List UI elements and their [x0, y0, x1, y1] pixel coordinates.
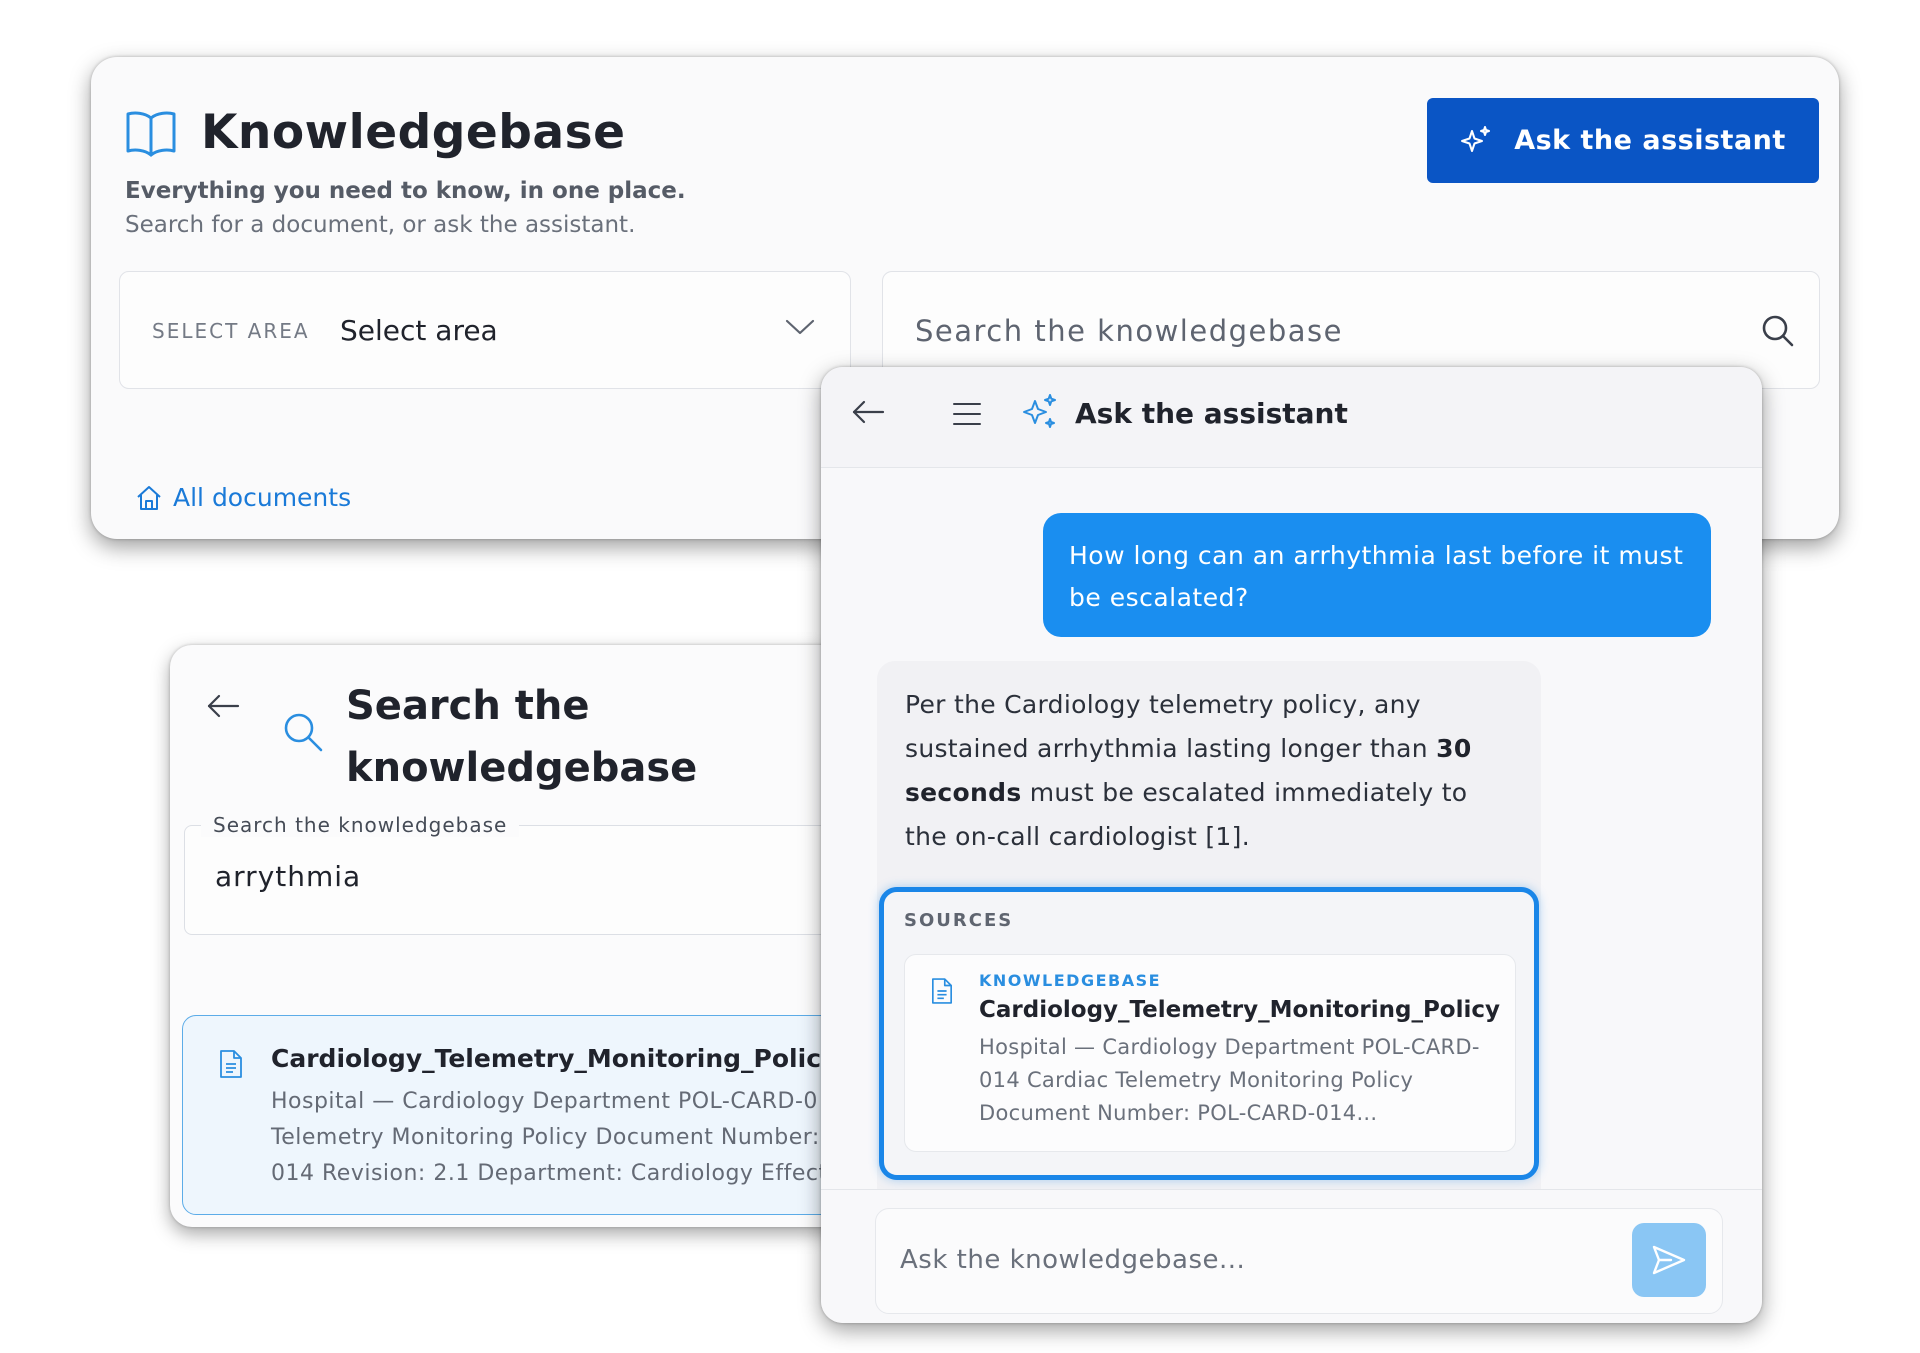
- assistant-reply-text: Per the Cardiology telemetry policy, any…: [905, 683, 1505, 859]
- assistant-header: Ask the assistant: [821, 367, 1762, 468]
- search-panel-title: Search the knowledgebase: [346, 683, 698, 791]
- book-icon: [125, 109, 177, 157]
- assistant-panel: Ask the assistant How long can an arrhyt…: [821, 367, 1762, 1323]
- search-result-title-text: Cardiology_Telemetry_Monitoring_Policy: [271, 1044, 838, 1073]
- knowledgebase-search-field[interactable]: Search the knowledgebase arrythmia: [184, 813, 870, 935]
- sparkles-icon: [1021, 393, 1059, 431]
- sources-box: SOURCES KNOWLEDGEBASE Cardiology_Telemet…: [879, 887, 1539, 1180]
- search-result-title: Cardiology_Telemetry_Monitoring_Policyr: [271, 1044, 864, 1073]
- sources-label: SOURCES: [904, 910, 1014, 931]
- all-documents-link[interactable]: All documents: [135, 483, 351, 512]
- source-kind: KNOWLEDGEBASE: [979, 971, 1162, 990]
- page-description: Search for a document, or ask the assist…: [125, 212, 636, 238]
- page-title: Knowledgebase: [201, 105, 626, 160]
- source-snippet: Hospital — Cardiology Department POL-CAR…: [979, 1035, 1480, 1125]
- assistant-input-placeholder: Ask the knowledgebase...: [900, 1245, 1246, 1275]
- ask-assistant-button-label: Ask the assistant: [1514, 125, 1786, 156]
- assistant-input[interactable]: Ask the knowledgebase...: [875, 1208, 1723, 1314]
- search-panel: Search the knowledgebase Search the know…: [170, 645, 870, 1227]
- search-field-value: arrythmia: [215, 860, 362, 893]
- user-message-bubble: How long can an arrhythmia last before i…: [1043, 513, 1711, 637]
- area-select[interactable]: SELECT AREA Select area: [119, 271, 851, 389]
- source-card[interactable]: KNOWLEDGEBASE Cardiology_Telemetry_Monit…: [904, 954, 1516, 1152]
- area-select-value: Select area: [340, 314, 498, 347]
- menu-icon[interactable]: [952, 401, 982, 427]
- back-arrow-icon[interactable]: [206, 693, 240, 719]
- search-placeholder: Search the knowledgebase: [915, 314, 1343, 348]
- sparkles-icon: [1460, 125, 1492, 157]
- send-icon: [1651, 1244, 1687, 1276]
- send-button[interactable]: [1632, 1223, 1706, 1297]
- search-icon: [282, 711, 324, 753]
- area-select-label: SELECT AREA: [152, 319, 310, 343]
- document-icon: [931, 977, 953, 1005]
- ask-assistant-button[interactable]: Ask the assistant: [1427, 98, 1819, 183]
- snippet-line: Telemetry Monitoring Policy Document Num…: [271, 1125, 820, 1150]
- search-field-label: Search the knowledgebase: [201, 813, 520, 837]
- home-icon: [135, 484, 163, 512]
- search-result-snippet: Hospital — Cardiology Department POL-CAR…: [271, 1084, 870, 1192]
- search-result-item[interactable]: Cardiology_Telemetry_Monitoring_Policyr …: [182, 1015, 870, 1215]
- back-arrow-icon[interactable]: [851, 399, 885, 425]
- reply-text-part: Per the Cardiology telemetry policy, any…: [905, 690, 1437, 763]
- snippet-line: 014 Revision: 2.1 Department: Cardiology…: [271, 1161, 835, 1186]
- document-icon: [219, 1049, 243, 1079]
- snippet-line: Hospital — Cardiology Department POL-CAR…: [271, 1089, 818, 1114]
- source-title: Cardiology_Telemetry_Monitoring_Policy: [979, 997, 1501, 1023]
- search-icon[interactable]: [1761, 314, 1795, 348]
- assistant-input-area: Ask the knowledgebase...: [821, 1189, 1762, 1323]
- chevron-down-icon: [785, 318, 815, 336]
- assistant-reply: Per the Cardiology telemetry policy, any…: [877, 661, 1541, 1221]
- page-subtitle: Everything you need to know, in one plac…: [125, 178, 686, 204]
- all-documents-label: All documents: [173, 483, 352, 512]
- assistant-title: Ask the assistant: [1075, 397, 1348, 430]
